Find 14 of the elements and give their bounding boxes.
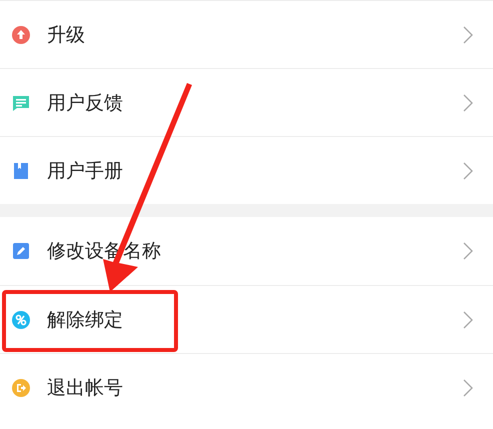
item-label: 用户手册 [47, 158, 124, 184]
chevron-icon [463, 162, 473, 180]
settings-item[interactable]: 解除绑定 [0, 285, 493, 353]
chevron-icon [463, 94, 473, 112]
item-label: 解除绑定 [47, 308, 124, 332]
item-label: 升级 [47, 22, 86, 48]
chevron-icon [463, 26, 473, 44]
chevron-icon [463, 310, 473, 328]
chevron-icon [463, 378, 473, 396]
item-label: 退出帐号 [47, 376, 124, 400]
settings-item[interactable]: 退出帐号 [0, 353, 493, 421]
chevron-icon [463, 242, 473, 260]
settings-item[interactable]: 升级 [0, 0, 493, 68]
item-label: 用户反馈 [47, 90, 124, 116]
